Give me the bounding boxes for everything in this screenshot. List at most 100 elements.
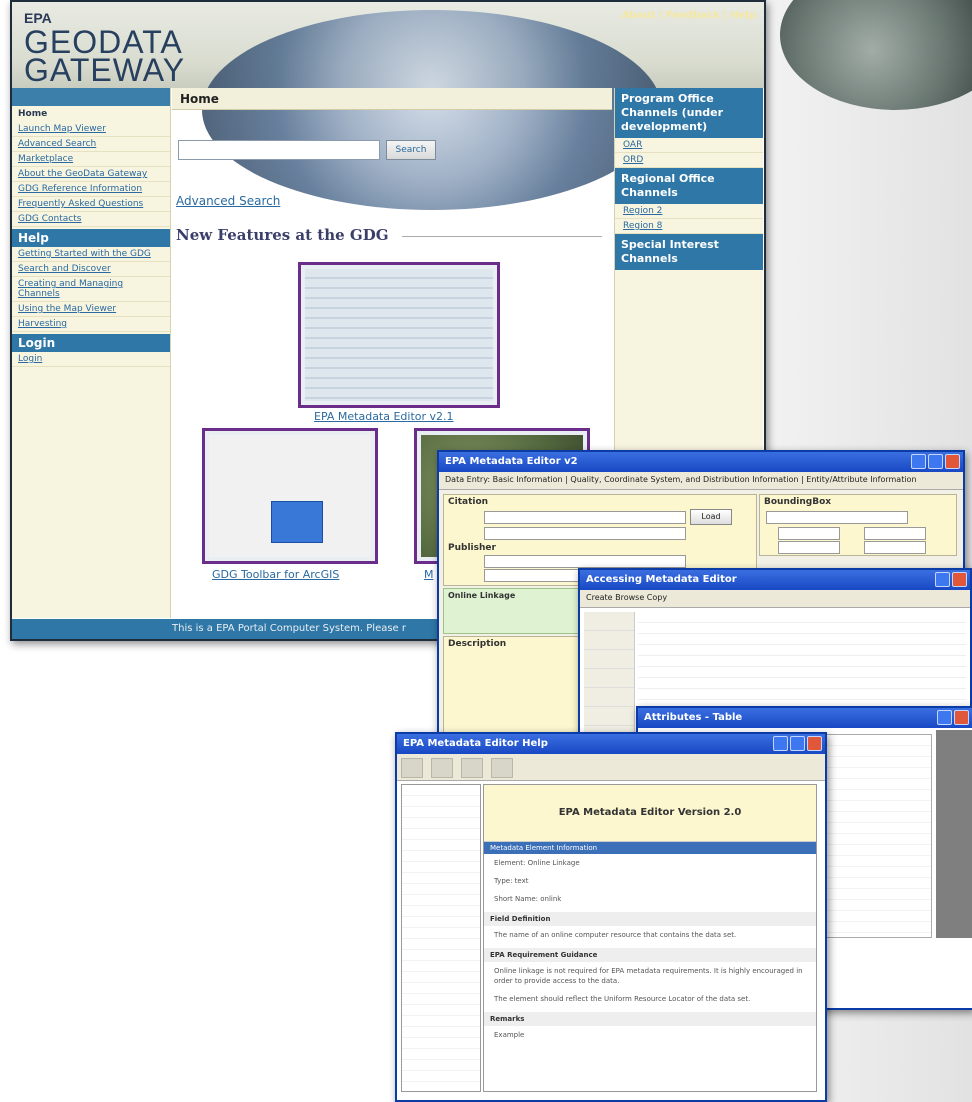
help-guidance-2: The element should reflect the Uniform R… [494, 995, 751, 1003]
list-item[interactable] [638, 645, 966, 656]
channel-region-2[interactable]: Region 2 [615, 204, 763, 219]
citation-heading: Citation [448, 497, 489, 507]
heading-rule [402, 236, 602, 237]
list-item[interactable] [638, 656, 966, 667]
back-icon[interactable] [431, 758, 453, 778]
help-subheading: Field Definition [484, 912, 816, 926]
toolbar-thumbnail[interactable] [202, 428, 378, 564]
nav-search-discover[interactable]: Search and Discover [12, 262, 170, 277]
access-minimize-button[interactable] [935, 572, 950, 587]
access-close-button[interactable] [952, 572, 967, 587]
list-item[interactable] [638, 678, 966, 689]
help-title: EPA Metadata Editor Help [403, 738, 548, 749]
channel-oar[interactable]: OAR [615, 138, 763, 153]
online-linkage-heading: Online Linkage [448, 591, 516, 600]
map-caption[interactable]: M [424, 568, 434, 581]
side-item[interactable] [584, 669, 634, 688]
special-interest-header: Special Interest Channels [615, 234, 763, 270]
title-field[interactable] [484, 511, 686, 524]
bounding-heading: BoundingBox [764, 497, 832, 507]
table-empty-area [936, 730, 972, 938]
nav-channels[interactable]: Creating and Managing Channels [12, 277, 170, 302]
abstract-field[interactable] [484, 527, 686, 540]
left-nav-bar [12, 88, 170, 106]
description-heading: Description [448, 639, 507, 649]
help-maximize-button[interactable] [790, 736, 805, 751]
close-button[interactable] [945, 454, 960, 469]
maximize-button[interactable] [928, 454, 943, 469]
list-item[interactable] [638, 623, 966, 634]
side-item[interactable] [584, 612, 634, 631]
list-item[interactable] [638, 689, 966, 700]
side-item[interactable] [584, 650, 634, 669]
side-item[interactable] [584, 688, 634, 707]
help-subheading: Remarks [484, 1012, 816, 1026]
print-icon[interactable] [461, 758, 483, 778]
feedback-link[interactable]: Feedback [666, 10, 720, 21]
metadata-editor-caption[interactable]: EPA Metadata Editor v2.1 [314, 410, 454, 423]
nav-faq[interactable]: Frequently Asked Questions [12, 197, 170, 212]
hide-icon[interactable] [401, 758, 423, 778]
nav-launch-map-viewer[interactable]: Launch Map Viewer [12, 122, 170, 137]
regional-office-header: Regional Office Channels [615, 168, 763, 204]
access-titlebar: Accessing Metadata Editor [580, 570, 970, 590]
bbox-field[interactable] [766, 511, 908, 524]
help-type: Type: text [494, 877, 529, 885]
load-button[interactable]: Load [690, 509, 732, 525]
side-item[interactable] [584, 707, 634, 726]
nav-home[interactable]: Home [12, 106, 170, 122]
north-field[interactable] [864, 541, 926, 554]
nav-about[interactable]: About the GeoData Gateway [12, 167, 170, 182]
channel-ord[interactable]: ORD [615, 153, 763, 168]
nav-contacts[interactable]: GDG Contacts [12, 212, 170, 227]
nav-harvesting[interactable]: Harvesting [12, 317, 170, 332]
about-link[interactable]: About [622, 10, 656, 21]
nav-reference[interactable]: GDG Reference Information [12, 182, 170, 197]
advanced-search-link[interactable]: Advanced Search [176, 194, 280, 208]
access-list [638, 612, 966, 700]
metadata-editor-thumbnail[interactable] [298, 262, 500, 408]
options-icon[interactable] [491, 758, 513, 778]
search-input[interactable] [178, 140, 380, 160]
list-item[interactable] [638, 612, 966, 623]
help-guidance: Online linkage is not required for EPA m… [494, 967, 803, 985]
program-office-header: Program Office Channels (under developme… [615, 88, 763, 138]
side-item[interactable] [584, 631, 634, 650]
left-nav: Home Launch Map Viewer Advanced Search M… [12, 88, 171, 618]
east-field[interactable] [864, 527, 926, 540]
nav-using-map-viewer[interactable]: Using the Map Viewer [12, 302, 170, 317]
nav-getting-started[interactable]: Getting Started with the GDG [12, 247, 170, 262]
window-title: EPA Metadata Editor v2 [445, 456, 578, 467]
new-features-heading: New Features at the GDG [176, 226, 389, 244]
help-subheading: EPA Requirement Guidance [484, 948, 816, 962]
page-title: Home [172, 88, 612, 110]
south-field[interactable] [778, 541, 840, 554]
help-section-header: Help [12, 229, 170, 247]
help-close-button[interactable] [807, 736, 822, 751]
globe-decoration [780, 0, 972, 110]
help-minimize-button[interactable] [773, 736, 788, 751]
help-example: Example [494, 1031, 525, 1039]
attributes-title: Attributes - Table [644, 712, 743, 723]
help-link[interactable]: Help [730, 10, 756, 21]
nav-advanced-search[interactable]: Advanced Search [12, 137, 170, 152]
help-section-bar: Metadata Element Information [484, 842, 816, 854]
list-item[interactable] [638, 667, 966, 678]
publisher-field[interactable] [484, 555, 686, 568]
nav-login[interactable]: Login [12, 352, 170, 367]
minimize-button[interactable] [911, 454, 926, 469]
help-window: EPA Metadata Editor Help EPA Metadata Ed… [395, 732, 827, 1102]
editor-tabs[interactable]: Data Entry: Basic Information | Quality,… [439, 472, 963, 490]
attr-minimize-button[interactable] [937, 710, 952, 725]
toolbar-caption[interactable]: GDG Toolbar for ArcGIS [212, 568, 339, 581]
help-contents-tree[interactable] [401, 784, 481, 1092]
search-button[interactable]: Search [386, 140, 436, 160]
attr-close-button[interactable] [954, 710, 969, 725]
nav-marketplace[interactable]: Marketplace [12, 152, 170, 167]
west-field[interactable] [778, 527, 840, 540]
channel-region-8[interactable]: Region 8 [615, 219, 763, 234]
access-toolbar[interactable]: Create Browse Copy [580, 590, 970, 608]
site-title-line2: GATEWAY [24, 52, 186, 88]
help-doc-title: EPA Metadata Editor Version 2.0 [484, 785, 816, 842]
list-item[interactable] [638, 634, 966, 645]
